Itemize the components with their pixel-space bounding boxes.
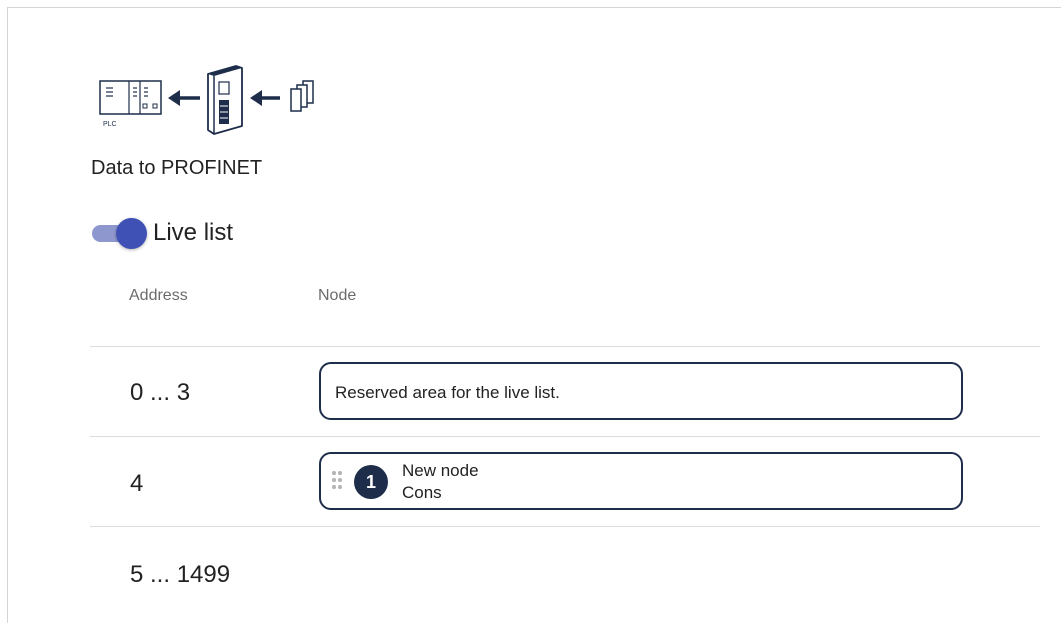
gateway-icon [207,65,243,135]
reserved-area-box: Reserved area for the live list. [319,362,963,420]
data-flow-diagram: PLC [99,65,314,135]
row-address: 5 ... 1499 [130,561,231,588]
arrow-left-icon [250,90,280,106]
node-column-header: Node [318,287,357,304]
nodes-icon [290,80,314,112]
drag-handle-icon[interactable] [332,471,344,491]
row-divider [90,526,1040,527]
node-name: New node [402,461,479,480]
live-list-toggle[interactable] [91,216,149,250]
address-column-header: Address [129,287,188,304]
row-address: 4 [130,470,144,497]
row-divider [90,436,1040,437]
toggle-thumb [116,218,147,249]
node-card[interactable]: 1 New node Cons [319,452,963,510]
reserved-area-text: Reserved area for the live list. [335,383,560,402]
node-type: Cons [402,483,442,502]
svg-text:PLC: PLC [103,121,117,128]
live-list-toggle-row: Live list [91,216,233,250]
live-list-label: Live list [153,219,234,246]
row-address: 0 ... 3 [130,379,191,406]
section-title: Data to PROFINET [91,157,263,179]
node-number-badge: 1 [354,465,388,499]
arrow-left-icon [168,90,200,106]
plc-icon: PLC [99,80,162,128]
row-divider [90,346,1040,347]
